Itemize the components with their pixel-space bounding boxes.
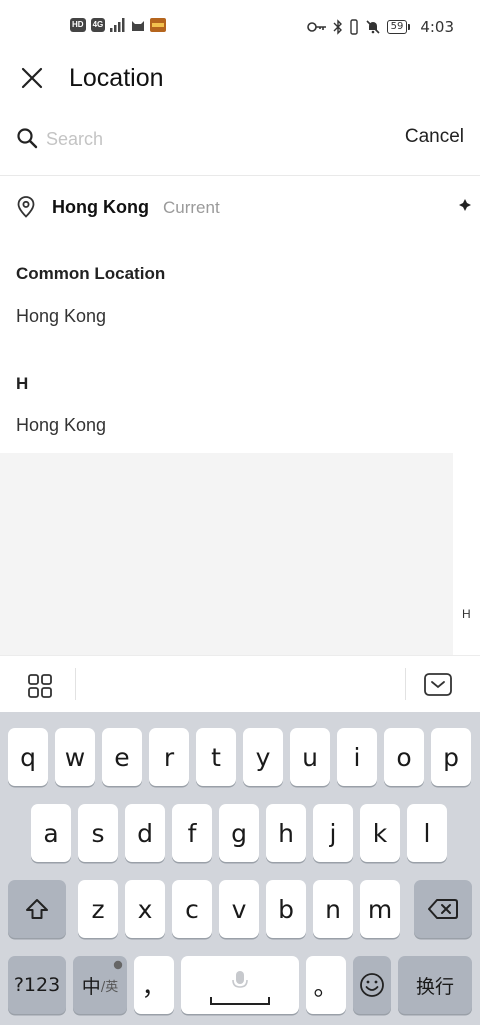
key-i[interactable]: i (337, 728, 377, 786)
vibrate-icon (349, 19, 358, 35)
space-key[interactable] (181, 956, 299, 1014)
microphone-icon (232, 971, 248, 988)
key-d[interactable]: d (125, 804, 165, 862)
header: Location (0, 56, 480, 102)
key-u[interactable]: u (290, 728, 330, 786)
language-sub-label: /英 (100, 979, 119, 995)
globe-icon (113, 960, 123, 970)
key-c[interactable]: c (172, 880, 212, 938)
key-f[interactable]: f (172, 804, 212, 862)
section-title-common: Common Location (16, 264, 166, 283)
key-icon (306, 22, 326, 32)
toolbar-separator (405, 668, 406, 700)
status-right: 59 4:03 (306, 18, 454, 36)
search-input[interactable] (46, 122, 376, 156)
close-button[interactable] (14, 60, 50, 96)
locate-icon[interactable] (458, 198, 472, 212)
keyboard-toolbar (0, 655, 480, 712)
network-badge: 4G (90, 18, 106, 32)
key-e[interactable]: e (102, 728, 142, 786)
battery-tip (408, 24, 411, 30)
toolbar-separator (75, 668, 76, 700)
key-l[interactable]: l (407, 804, 447, 862)
search-icon (17, 128, 38, 149)
language-main-label: 中 (81, 975, 101, 998)
numbers-key[interactable]: ?123 (8, 956, 66, 1014)
key-g[interactable]: g (219, 804, 259, 862)
key-a[interactable]: a (31, 804, 71, 862)
app-notification-icon (150, 18, 167, 32)
mute-bell-icon (366, 20, 380, 34)
status-left: HD 4G (70, 18, 167, 32)
key-s[interactable]: s (78, 804, 118, 862)
shift-icon (26, 899, 48, 919)
battery-level: 59 (386, 20, 408, 34)
keyboard-menu-grid-icon[interactable] (27, 673, 53, 699)
battery-indicator: 59 (386, 20, 411, 34)
index-letter-h[interactable]: H (462, 607, 471, 621)
language-switch-key[interactable]: 中 /英 (73, 956, 127, 1014)
space-bar-icon (210, 997, 270, 1005)
status-time: 4:03 (420, 18, 454, 36)
search-divider (0, 175, 480, 176)
keyboard: q w e r t y u i o p a s d f g h j k l z … (0, 712, 480, 1025)
section-title-h: H (16, 374, 29, 393)
key-k[interactable]: k (360, 804, 400, 862)
key-p[interactable]: p (431, 728, 471, 786)
status-bar: HD 4G 59 4:03 (0, 0, 480, 56)
key-n[interactable]: n (313, 880, 353, 938)
key-o[interactable]: o (384, 728, 424, 786)
key-v[interactable]: v (219, 880, 259, 938)
key-w[interactable]: w (55, 728, 95, 786)
location-pin-icon (17, 196, 35, 218)
key-r[interactable]: r (149, 728, 189, 786)
period-key[interactable]: 。 (306, 956, 346, 1014)
key-j[interactable]: j (313, 804, 353, 862)
key-y[interactable]: y (243, 728, 283, 786)
comma-key[interactable]: ， (134, 956, 174, 1014)
enter-key[interactable]: 换行 (398, 956, 472, 1014)
emoji-key[interactable] (353, 956, 391, 1014)
key-z[interactable]: z (78, 880, 118, 938)
signal-icon (110, 18, 125, 32)
hide-keyboard-icon[interactable] (423, 672, 453, 698)
key-x[interactable]: x (125, 880, 165, 938)
close-icon (21, 67, 43, 89)
emoji-icon (360, 973, 384, 997)
key-q[interactable]: q (8, 728, 48, 786)
page-title: Location (69, 64, 164, 92)
shift-key[interactable] (8, 880, 66, 938)
backspace-key[interactable] (414, 880, 472, 938)
hd-badge: HD (70, 18, 86, 32)
current-tag: Current (163, 198, 220, 217)
current-location-row[interactable]: Hong Kong Current (0, 190, 480, 226)
cancel-button[interactable]: Cancel (405, 126, 464, 148)
bluetooth-icon (333, 19, 342, 35)
key-h[interactable]: h (266, 804, 306, 862)
key-b[interactable]: b (266, 880, 306, 938)
current-city: Hong Kong (52, 197, 149, 217)
list-empty-area (0, 453, 453, 655)
key-t[interactable]: t (196, 728, 236, 786)
cat-app-icon (132, 21, 145, 31)
search-bar: Cancel (0, 116, 480, 162)
list-item-common-hong-kong[interactable]: Hong Kong (16, 306, 106, 327)
list-item-h-hong-kong[interactable]: Hong Kong (16, 415, 106, 436)
backspace-icon (428, 899, 458, 919)
key-m[interactable]: m (360, 880, 400, 938)
